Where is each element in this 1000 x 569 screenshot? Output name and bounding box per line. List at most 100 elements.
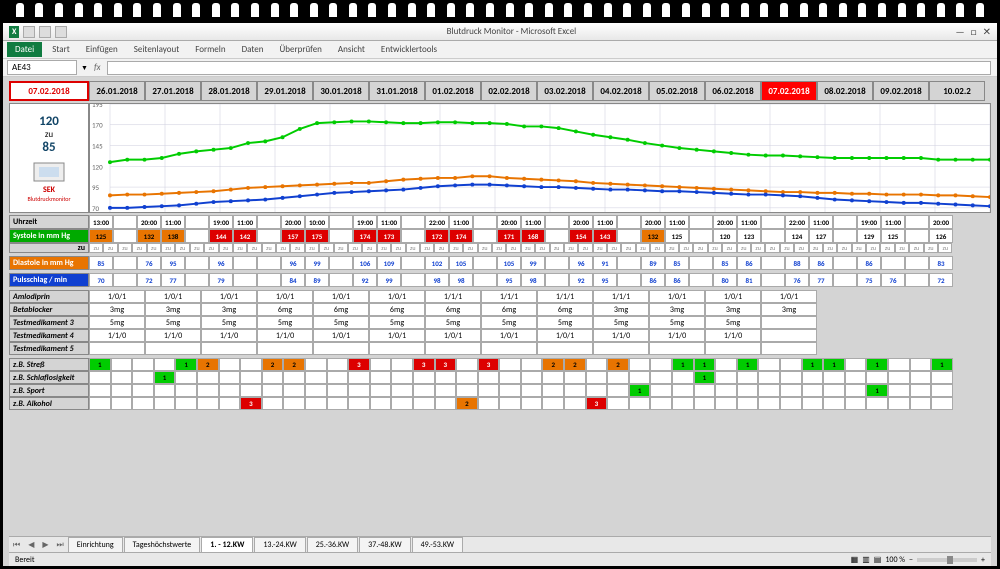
factor-cell[interactable] [413,397,435,410]
factor-cell[interactable] [694,397,716,410]
factor-cell[interactable] [931,397,953,410]
factor-cell[interactable] [456,384,478,397]
factor-cell[interactable] [262,371,284,384]
pul-cell[interactable]: 79 [209,273,233,287]
pul-cell[interactable] [545,273,569,287]
tab-daten[interactable]: Daten [234,42,272,57]
factor-cell[interactable] [391,371,413,384]
tab-einfügen[interactable]: Einfügen [78,42,126,57]
factor-cell[interactable] [370,358,392,371]
time-cell[interactable]: 11:00 [809,215,833,229]
sys-cell[interactable]: 174 [353,229,377,243]
sys-cell[interactable]: 129 [857,229,881,243]
pul-cell[interactable]: 77 [161,273,185,287]
factor-cell[interactable]: 2 [197,358,219,371]
med-cell[interactable]: 1/0/1 [145,290,201,303]
factor-cell[interactable] [132,371,154,384]
factor-cell[interactable] [219,384,241,397]
factor-cell[interactable] [197,397,219,410]
factor-cell[interactable] [499,371,521,384]
factor-cell[interactable] [758,384,780,397]
dia-cell[interactable] [761,256,785,270]
factor-cell[interactable] [197,384,219,397]
sys-cell[interactable] [329,229,353,243]
time-cell[interactable]: 19:00 [857,215,881,229]
tab-start[interactable]: Start [44,42,78,57]
sheet-tab[interactable]: 37.-48.KW [359,537,410,553]
sheet-tab[interactable]: 25.-36.KW [307,537,358,553]
factor-cell[interactable]: 2 [607,358,629,371]
factor-cell[interactable] [521,358,543,371]
dropdown-icon[interactable]: ▼ [81,63,88,72]
dia-cell[interactable] [113,256,137,270]
factor-cell[interactable] [240,371,262,384]
pul-cell[interactable]: 86 [665,273,689,287]
factor-cell[interactable] [111,397,133,410]
med-cell[interactable]: 1/0/1 [313,290,369,303]
tab-überprüfen[interactable]: Überprüfen [271,42,329,57]
dia-cell[interactable]: 85 [89,256,113,270]
sys-cell[interactable] [185,229,209,243]
med-cell[interactable]: 1/0/1 [761,290,817,303]
dia-cell[interactable] [401,256,425,270]
med-cell[interactable]: 1/0/1 [89,290,145,303]
factor-cell[interactable] [499,397,521,410]
factor-cell[interactable] [132,384,154,397]
sys-cell[interactable]: 125 [665,229,689,243]
dia-cell[interactable]: 106 [353,256,377,270]
pul-cell[interactable] [329,273,353,287]
factor-cell[interactable]: 1 [823,358,845,371]
factor-cell[interactable] [931,371,953,384]
factor-cell[interactable] [348,371,370,384]
pul-cell[interactable]: 72 [929,273,953,287]
pul-cell[interactable]: 89 [305,273,329,287]
time-cell[interactable] [761,215,785,229]
med-cell[interactable] [425,342,481,355]
med-cell[interactable]: 1/1/0 [705,329,761,342]
time-cell[interactable]: 11:00 [593,215,617,229]
factor-cell[interactable] [737,371,759,384]
factor-cell[interactable] [521,397,543,410]
zoom-slider[interactable] [917,558,977,562]
time-cell[interactable] [113,215,137,229]
factor-cell[interactable] [888,358,910,371]
factor-cell[interactable] [327,371,349,384]
med-cell[interactable]: 1/1/0 [89,329,145,342]
time-cell[interactable]: 11:00 [737,215,761,229]
factor-cell[interactable] [845,384,867,397]
time-cell[interactable] [833,215,857,229]
pul-cell[interactable]: 80 [713,273,737,287]
factor-cell[interactable] [175,371,197,384]
sys-cell[interactable] [473,229,497,243]
factor-cell[interactable] [866,371,888,384]
factor-cell[interactable] [391,384,413,397]
sys-cell[interactable]: 157 [281,229,305,243]
pul-cell[interactable]: 98 [425,273,449,287]
med-cell[interactable]: 3mg [705,303,761,316]
dia-cell[interactable] [545,256,569,270]
dia-cell[interactable] [689,256,713,270]
factor-cell[interactable] [391,397,413,410]
pul-cell[interactable]: 77 [809,273,833,287]
dia-cell[interactable] [833,256,857,270]
factor-cell[interactable] [910,384,932,397]
name-box[interactable]: AE43 [7,60,77,75]
factor-cell[interactable] [413,371,435,384]
factor-cell[interactable]: 2 [283,358,305,371]
dia-cell[interactable] [257,256,281,270]
factor-cell[interactable] [305,371,327,384]
factor-cell[interactable]: 2 [456,397,478,410]
med-cell[interactable]: 1/1/1 [481,290,537,303]
dia-cell[interactable] [905,256,929,270]
med-cell[interactable]: 1/0/1 [201,290,257,303]
factor-cell[interactable] [629,371,651,384]
factor-cell[interactable] [650,397,672,410]
med-cell[interactable] [761,316,817,329]
pul-cell[interactable]: 84 [281,273,305,287]
sys-cell[interactable]: 143 [593,229,617,243]
factor-cell[interactable] [132,358,154,371]
factor-cell[interactable] [219,397,241,410]
factor-cell[interactable] [715,358,737,371]
factor-cell[interactable] [175,397,197,410]
factor-cell[interactable] [521,371,543,384]
